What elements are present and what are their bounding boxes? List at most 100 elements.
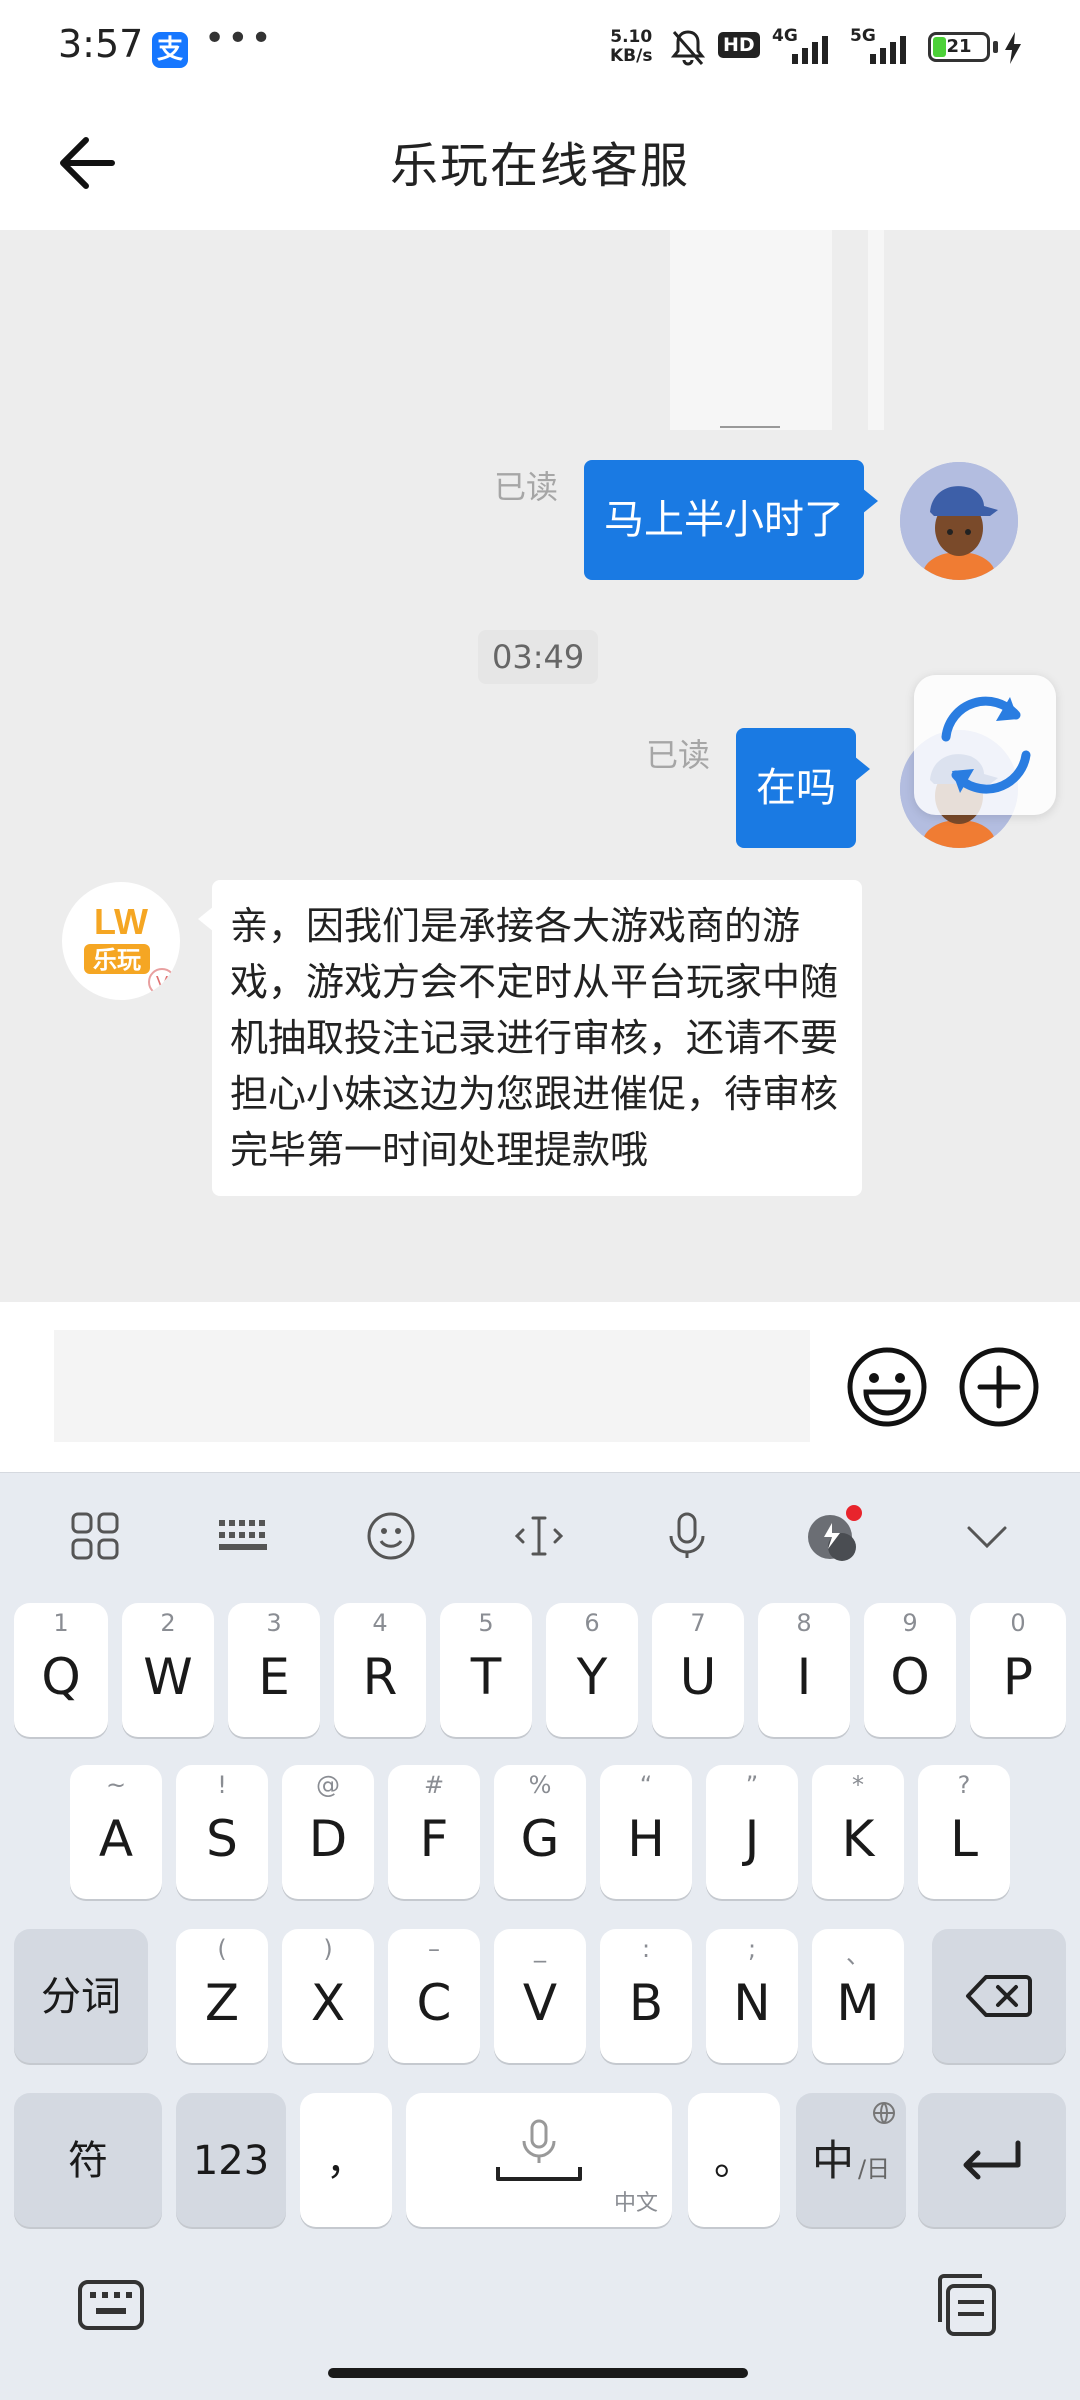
- key-label: S: [206, 1810, 238, 1868]
- key-label: 分词: [41, 1974, 121, 2020]
- incoming-message[interactable]: 亲，因我们是承接各大游戏商的游戏，游戏方会不定时从平台玩家中随机抽取投注记录进行…: [198, 880, 862, 1196]
- keyboard-switch-icon[interactable]: [76, 2270, 146, 2340]
- agent-logo-text: LW: [94, 901, 148, 942]
- key-z[interactable]: (Z: [176, 1929, 268, 2063]
- key-a[interactable]: ~ A: [70, 1765, 162, 1899]
- key-e[interactable]: 3E: [228, 1603, 320, 1737]
- key-k[interactable]: * K: [812, 1765, 904, 1899]
- key-label: V: [522, 1974, 558, 2032]
- key-p[interactable]: 0P: [970, 1603, 1066, 1737]
- key-language-switch[interactable]: 中 /日: [796, 2093, 906, 2227]
- hd-voice-badge: HD: [718, 32, 760, 58]
- enter-icon: [963, 2140, 1021, 2180]
- clipboard-icon[interactable]: [932, 2270, 1002, 2340]
- key-s[interactable]: ! S: [176, 1765, 268, 1899]
- battery-cap: [993, 41, 998, 53]
- key-y[interactable]: 6Y: [546, 1603, 638, 1737]
- key-f[interactable]: # F: [388, 1765, 480, 1899]
- key-label: P: [1002, 1648, 1034, 1706]
- key-label: Z: [204, 1974, 240, 2032]
- globe-icon: [873, 2102, 895, 2124]
- key-hint: _: [534, 1935, 546, 1963]
- home-indicator[interactable]: [328, 2368, 748, 2378]
- key-hint: “: [639, 1771, 653, 1799]
- key-u[interactable]: 7U: [652, 1603, 744, 1737]
- key-label: L: [950, 1810, 978, 1868]
- key-space[interactable]: 中文: [406, 2093, 672, 2227]
- key-label: I: [796, 1648, 812, 1706]
- key-hint: ;: [747, 1935, 757, 1963]
- key-r[interactable]: 4R: [334, 1603, 426, 1737]
- kb-ai-button[interactable]: [800, 1501, 870, 1571]
- key-n[interactable]: ; N: [706, 1929, 798, 2063]
- battery-icon: 21: [928, 32, 990, 62]
- key-m[interactable]: 、 M: [812, 1929, 904, 2063]
- kb-collapse-button[interactable]: [952, 1501, 1022, 1571]
- key-i[interactable]: 8I: [758, 1603, 850, 1737]
- key-t[interactable]: 5T: [440, 1603, 532, 1737]
- key-label: G: [520, 1810, 560, 1868]
- kb-voice-button[interactable]: [652, 1501, 722, 1571]
- floating-refresh-button[interactable]: [914, 675, 1056, 815]
- kb-layout-button[interactable]: [208, 1501, 278, 1571]
- key-hint: 0: [1010, 1609, 1026, 1637]
- key-hint: 4: [372, 1609, 388, 1637]
- message-input[interactable]: [54, 1330, 810, 1442]
- agent-avatar[interactable]: LW 乐玩 V: [62, 882, 180, 1000]
- key-g[interactable]: % G: [494, 1765, 586, 1899]
- chat-messages[interactable]: 已读 马上半小时了 03:49 已读 在吗 LW 乐玩 V 亲，因我们是承接各大: [0, 230, 1080, 1302]
- key-o[interactable]: 9O: [864, 1603, 956, 1737]
- kb-apps-button[interactable]: [60, 1501, 130, 1571]
- key-h[interactable]: “H: [600, 1765, 692, 1899]
- kb-emoji-button[interactable]: [356, 1501, 426, 1571]
- key-d[interactable]: @ D: [282, 1765, 374, 1899]
- outgoing-message[interactable]: 在吗: [736, 728, 870, 848]
- lang-main-label: 中: [812, 2136, 855, 2185]
- mute-bell-icon: [670, 30, 706, 66]
- key-label: A: [98, 1810, 134, 1868]
- key-hint: ~: [105, 1771, 127, 1799]
- key-hint: 1: [53, 1609, 69, 1637]
- key-w[interactable]: 2W: [122, 1603, 214, 1737]
- key-hint: 5: [478, 1609, 494, 1637]
- emoji-icon[interactable]: [846, 1346, 928, 1428]
- space-sub-label: 中文: [613, 2191, 658, 2216]
- signal-5g-icon: [870, 36, 906, 64]
- key-label: T: [470, 1648, 502, 1706]
- key-hint: :: [641, 1935, 651, 1963]
- key-label: J: [744, 1810, 760, 1868]
- read-receipt: 已读: [646, 736, 711, 774]
- key-hint: #: [423, 1771, 445, 1799]
- key-q[interactable]: 1Q: [14, 1603, 108, 1737]
- refresh-icon: [941, 696, 1031, 794]
- key-c[interactable]: – C: [388, 1929, 480, 2063]
- key-symbols[interactable]: 符: [14, 2093, 162, 2227]
- key-x[interactable]: ) X: [282, 1929, 374, 2063]
- key-hint: ): [323, 1935, 333, 1963]
- key-label: H: [627, 1810, 665, 1868]
- outgoing-message[interactable]: 马上半小时了: [584, 460, 878, 580]
- key-l[interactable]: ? L: [918, 1765, 1010, 1899]
- key-b[interactable]: :B: [600, 1929, 692, 2063]
- kb-cursor-button[interactable]: [504, 1501, 574, 1571]
- key-segment[interactable]: 分词: [14, 1929, 148, 2063]
- charging-bolt-icon: [1005, 32, 1021, 64]
- add-attachment-icon[interactable]: [958, 1346, 1040, 1428]
- key-label: R: [362, 1648, 398, 1706]
- key-enter[interactable]: [918, 2093, 1066, 2227]
- key-label: W: [143, 1648, 193, 1706]
- message-input-bar: [0, 1302, 1080, 1472]
- key-j[interactable]: ” J: [706, 1765, 798, 1899]
- key-hint: @: [316, 1771, 340, 1799]
- key-label: F: [419, 1810, 449, 1868]
- image-message-preview[interactable]: [670, 230, 832, 430]
- ai-assistant-icon: [808, 1505, 862, 1561]
- key-period[interactable]: 。: [688, 2093, 780, 2227]
- key-numbers[interactable]: 123: [176, 2093, 286, 2227]
- key-comma[interactable]: ，: [300, 2093, 392, 2227]
- key-v[interactable]: _ V: [494, 1929, 586, 2063]
- user-avatar[interactable]: [900, 462, 1018, 580]
- key-backspace[interactable]: [932, 1929, 1066, 2063]
- backspace-icon: [966, 1975, 1032, 2017]
- keyboard-layout-icon: [219, 1520, 267, 1550]
